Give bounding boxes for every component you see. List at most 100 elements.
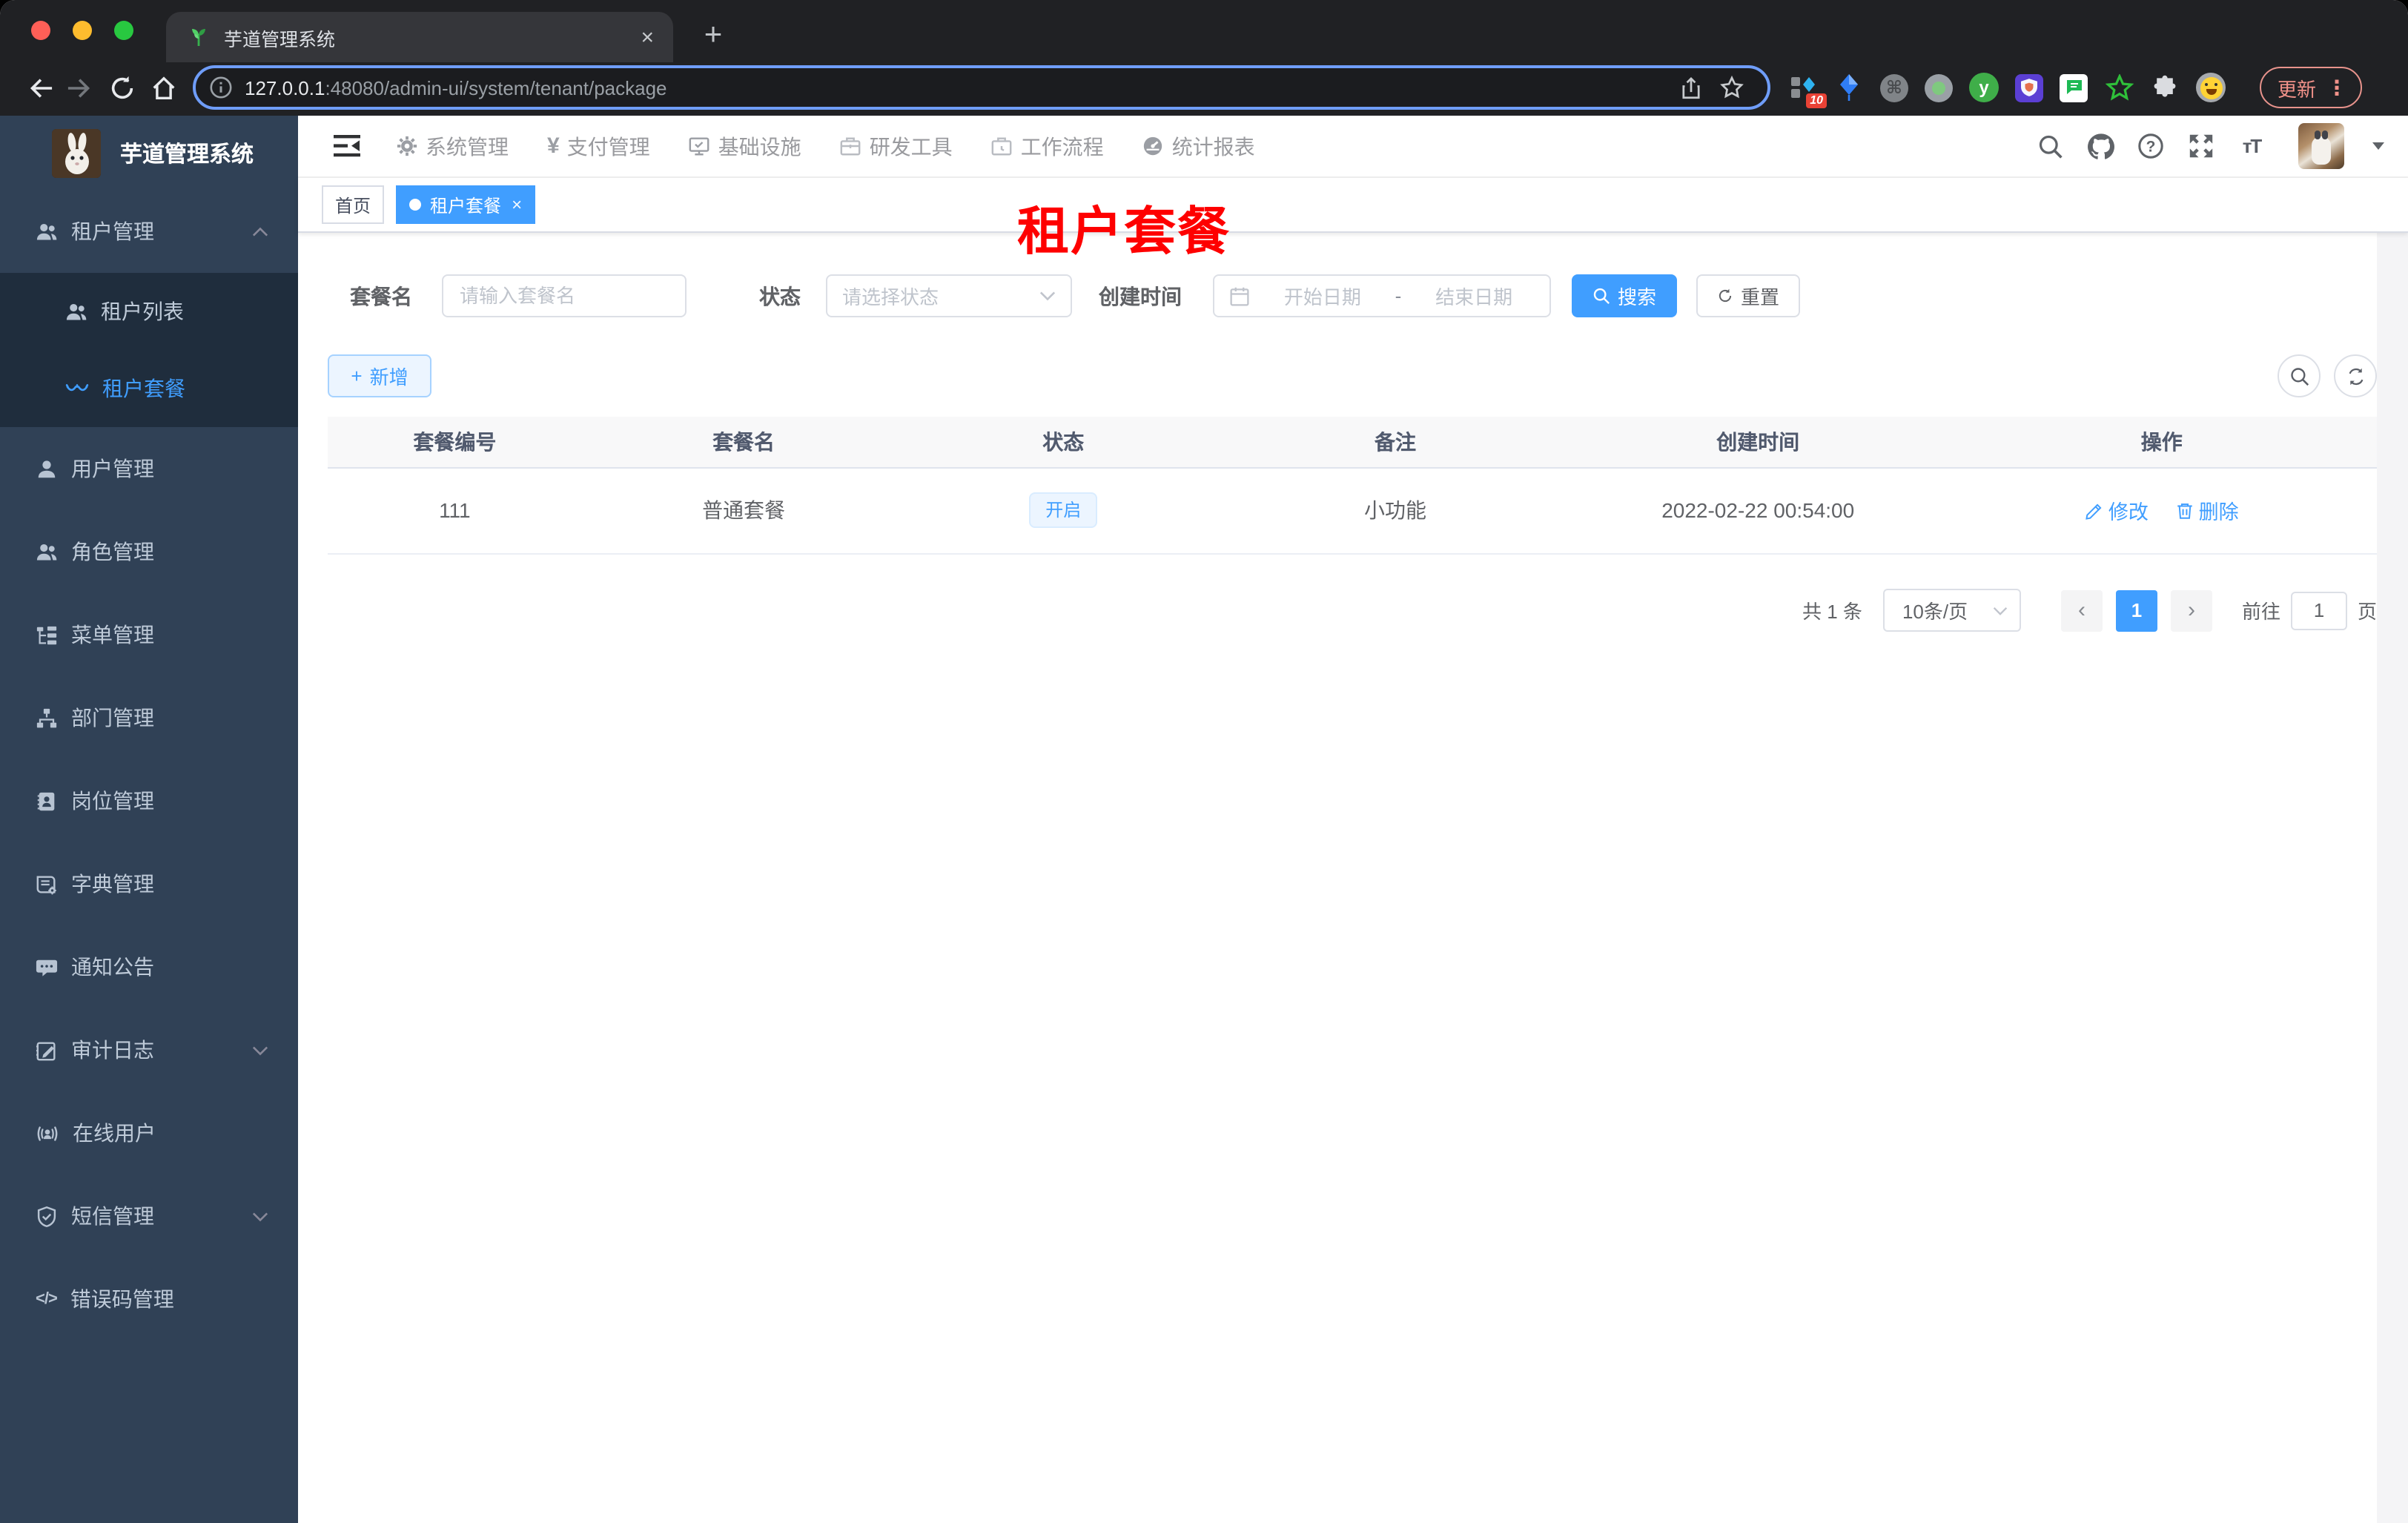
browser-tab[interactable]: 芋道管理系统 × bbox=[166, 12, 673, 62]
status-badge[interactable]: 开启 bbox=[1029, 492, 1098, 529]
refresh-icon bbox=[1719, 288, 1732, 303]
start-date-placeholder[interactable]: 开始日期 bbox=[1262, 282, 1383, 310]
delete-link[interactable]: 删除 bbox=[2175, 495, 2239, 525]
header-font-size-button[interactable]: тT bbox=[2236, 131, 2267, 162]
sidebar-item-department-management[interactable]: 部门管理 bbox=[0, 676, 298, 759]
sidebar-item-tenant-management[interactable]: 租户管理 bbox=[0, 190, 298, 273]
yen-icon: ¥ bbox=[547, 133, 560, 159]
search-icon bbox=[2038, 134, 2062, 158]
extension-command-icon[interactable]: ⌘ bbox=[1880, 73, 1908, 102]
sidebar-item-tenant-package[interactable]: 租户套餐 bbox=[0, 350, 298, 427]
back-button[interactable] bbox=[18, 67, 59, 108]
extension-chat-icon[interactable] bbox=[2060, 73, 2088, 102]
header-fullscreen-button[interactable] bbox=[2186, 131, 2217, 162]
search-button[interactable]: 搜索 bbox=[1572, 274, 1677, 317]
edit-link[interactable]: 修改 bbox=[2085, 495, 2149, 525]
page-number-1[interactable]: 1 bbox=[2115, 589, 2157, 631]
next-page-button[interactable]: › bbox=[2170, 589, 2212, 631]
sidebar-item-label: 菜单管理 bbox=[71, 623, 154, 647]
share-button[interactable] bbox=[1670, 67, 1711, 108]
package-name-input[interactable] bbox=[442, 274, 687, 317]
header-search-button[interactable] bbox=[2034, 131, 2065, 162]
tab-close-button[interactable]: × bbox=[636, 26, 658, 48]
sidebar-item-sms-management[interactable]: 短信管理 bbox=[0, 1175, 298, 1258]
end-date-placeholder[interactable]: 结束日期 bbox=[1413, 282, 1535, 310]
address-bar[interactable]: 127.0.0.1:48080/admin-ui/system/tenant/p… bbox=[193, 65, 1770, 110]
header-help-button[interactable]: ? bbox=[2135, 131, 2166, 162]
goto-page-input[interactable] bbox=[2290, 591, 2347, 630]
sidebar-item-label: 审计日志 bbox=[71, 1038, 154, 1062]
bookmark-star-button[interactable] bbox=[1711, 67, 1753, 108]
create-time-range-picker[interactable]: 开始日期 - 结束日期 bbox=[1213, 274, 1551, 317]
topnav-item-reports[interactable]: 统计报表 bbox=[1142, 131, 1255, 161]
package-name-label: 套餐名 bbox=[350, 284, 412, 308]
users-icon bbox=[66, 303, 87, 320]
extensions-puzzle-button[interactable] bbox=[2150, 73, 2180, 102]
tab-favicon-sprout-icon bbox=[192, 29, 205, 46]
prev-page-button[interactable]: ‹ bbox=[2060, 589, 2103, 631]
topnav-item-dev-tools[interactable]: 研发工具 bbox=[840, 131, 953, 161]
package-table: 套餐编号 套餐名 状态 备注 创建时间 操作 111 普通套餐 开启 小功能 2… bbox=[328, 417, 2377, 554]
sidebar-item-tenant-list[interactable]: 租户列表 bbox=[0, 273, 298, 350]
extension-grid-diamond-icon[interactable]: 10 bbox=[1788, 73, 1827, 108]
site-info-icon bbox=[210, 76, 232, 99]
app-logo-row[interactable]: 芋道管理系统 bbox=[0, 116, 298, 190]
macos-close-button[interactable] bbox=[31, 21, 50, 40]
tag-close-icon[interactable]: × bbox=[512, 194, 522, 215]
sidebar-item-dict-management[interactable]: 字典管理 bbox=[0, 842, 298, 925]
new-tab-button[interactable]: + bbox=[691, 13, 735, 58]
create-time-label: 创建时间 bbox=[1099, 284, 1182, 308]
sidebar-item-post-management[interactable]: 岗位管理 bbox=[0, 759, 298, 842]
macos-minimize-button[interactable] bbox=[73, 21, 92, 40]
topnav-item-payment[interactable]: ¥ 支付管理 bbox=[547, 131, 650, 161]
table-row[interactable]: 111 普通套餐 开启 小功能 2022-02-22 00:54:00 修改 删… bbox=[328, 467, 2377, 554]
home-button[interactable] bbox=[142, 67, 184, 108]
topnav-item-infrastructure[interactable]: 基础设施 bbox=[689, 131, 801, 161]
sidebar-item-menu-management[interactable]: 菜单管理 bbox=[0, 593, 298, 676]
extension-star-icon[interactable] bbox=[2104, 73, 2134, 102]
extension-emoji-icon[interactable] bbox=[2196, 73, 2226, 102]
user-icon bbox=[38, 460, 56, 478]
reload-button[interactable] bbox=[101, 67, 142, 108]
browser-update-menu-button[interactable]: 更新 ⋮ bbox=[2260, 67, 2363, 108]
topnav-label: 支付管理 bbox=[566, 134, 650, 158]
users-icon bbox=[36, 222, 57, 239]
sidebar-item-notice-announcement[interactable]: 通知公告 bbox=[0, 925, 298, 1008]
glasses-icon bbox=[65, 383, 89, 391]
status-select[interactable]: 请选择状态 bbox=[826, 274, 1072, 317]
user-avatar[interactable] bbox=[2298, 123, 2344, 169]
tag-tenant-package[interactable]: 租户套餐 × bbox=[396, 185, 536, 224]
add-button[interactable]: + 新增 bbox=[328, 354, 431, 397]
tag-home[interactable]: 首页 bbox=[322, 185, 385, 224]
tags-view-bar: 首页 租户套餐 × bbox=[298, 178, 2408, 233]
extension-kite-icon[interactable] bbox=[1834, 73, 1864, 102]
search-icon bbox=[2290, 367, 2309, 386]
reset-button[interactable]: 重置 bbox=[1696, 274, 1800, 317]
sidebar: 芋道管理系统 租户管理 租户列表 租户套餐 用户管理 角色管理 菜单管理 部门管… bbox=[0, 116, 298, 1523]
tree-list-icon bbox=[36, 625, 57, 644]
extension-shield-icon[interactable] bbox=[2015, 73, 2043, 102]
page-unit-label: 页 bbox=[2357, 601, 2377, 623]
topnav-item-system[interactable]: 系统管理 bbox=[396, 131, 509, 161]
date-separator: - bbox=[1395, 285, 1402, 307]
url-text: 127.0.0.1:48080/admin-ui/system/tenant/p… bbox=[245, 76, 667, 99]
sidebar-item-online-users[interactable]: 在线用户 bbox=[0, 1091, 298, 1175]
cell-status: 开启 bbox=[905, 467, 1222, 554]
sidebar-collapse-icon[interactable] bbox=[334, 135, 360, 157]
sidebar-item-error-code-management[interactable]: </> 错误码管理 bbox=[0, 1258, 298, 1341]
header-github-button[interactable] bbox=[2085, 131, 2116, 162]
header-tools: ? тT bbox=[2034, 123, 2384, 169]
page-size-select[interactable]: 10条/页 bbox=[1882, 589, 2021, 632]
show-search-toggle-button[interactable] bbox=[2278, 354, 2321, 397]
sidebar-item-user-management[interactable]: 用户管理 bbox=[0, 427, 298, 510]
sidebar-item-role-management[interactable]: 角色管理 bbox=[0, 510, 298, 593]
refresh-table-button[interactable] bbox=[2334, 354, 2377, 397]
topnav-item-workflow[interactable]: 工作流程 bbox=[991, 131, 1104, 161]
macos-zoom-button[interactable] bbox=[114, 21, 133, 40]
avatar-caret-icon[interactable] bbox=[2372, 142, 2384, 150]
extension-y-icon[interactable]: y bbox=[1969, 73, 1999, 102]
cell-package-name: 普通套餐 bbox=[581, 467, 906, 554]
extension-record-icon[interactable] bbox=[1925, 73, 1953, 102]
sidebar-item-audit-log[interactable]: 审计日志 bbox=[0, 1008, 298, 1091]
forward-button[interactable] bbox=[59, 67, 101, 108]
